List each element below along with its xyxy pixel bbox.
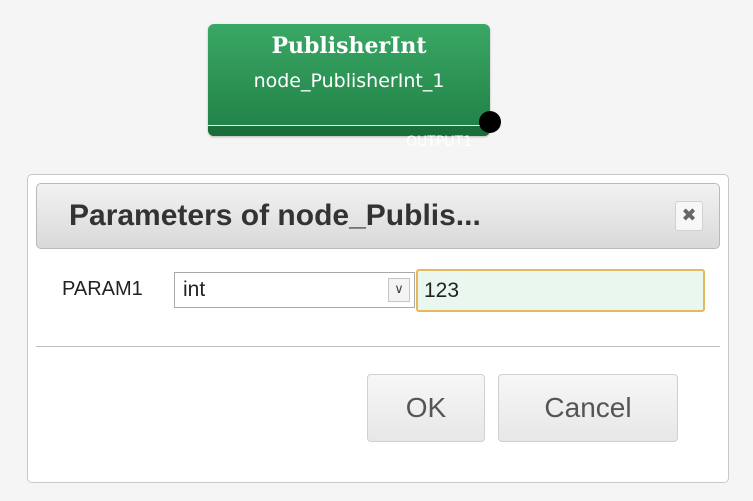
param-type-select[interactable]: int ∨ <box>174 272 415 308</box>
close-icon[interactable]: ✖ <box>675 201 703 231</box>
dialog-title: Parameters of node_Publis... <box>69 199 481 232</box>
chevron-down-icon[interactable]: ∨ <box>388 278 410 302</box>
editor-canvas: PublisherInt node_PublisherInt_1 OUTPUT1… <box>0 0 753 501</box>
output-port-connector[interactable] <box>479 111 501 133</box>
param-label: PARAM1 <box>62 278 143 300</box>
node-name-label: node_PublisherInt_1 <box>253 70 445 92</box>
parameters-dialog: Parameters of node_Publis... ✖ PARAM1 in… <box>27 174 729 483</box>
cancel-button[interactable]: Cancel <box>498 374 678 442</box>
param-type-selected-value: int <box>183 278 206 301</box>
param-value-input[interactable] <box>416 269 705 312</box>
dialog-titlebar[interactable]: Parameters of node_Publis... ✖ <box>36 183 720 249</box>
dialog-separator <box>36 346 720 347</box>
publisher-int-node[interactable]: PublisherInt node_PublisherInt_1 OUTPUT1 <box>208 24 490 150</box>
ok-button[interactable]: OK <box>367 374 485 442</box>
output-port-label: OUTPUT1 <box>406 134 472 150</box>
node-type-label: PublisherInt <box>271 33 427 59</box>
